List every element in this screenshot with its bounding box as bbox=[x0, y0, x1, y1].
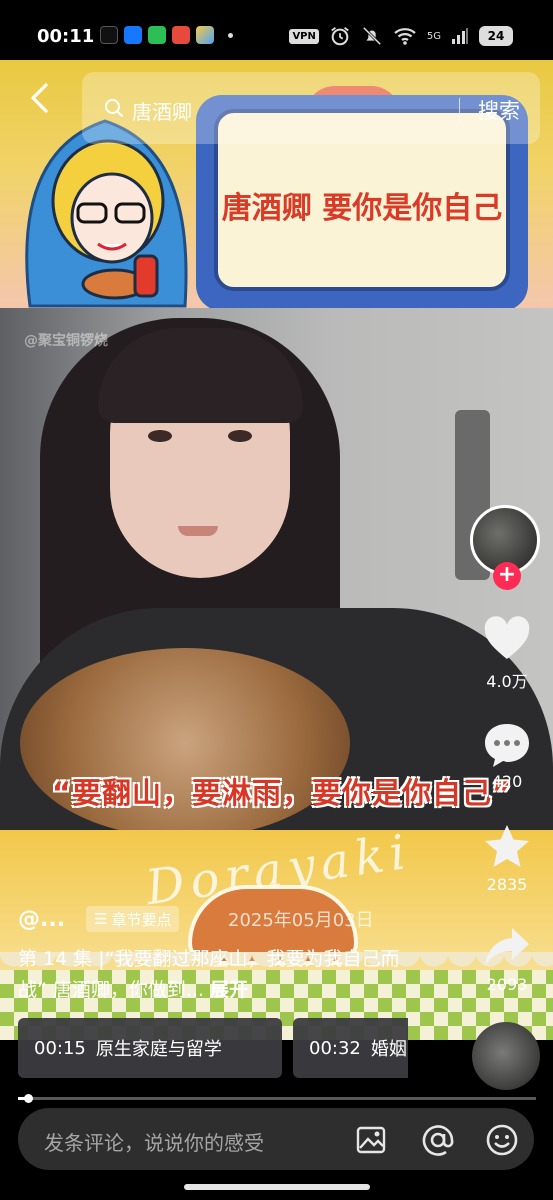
top-banner: 唐酒卿 要你是你自己 唐酒卿 搜索 bbox=[0, 60, 553, 308]
chapter-item[interactable]: 00:32 婚姻 bbox=[293, 1018, 408, 1078]
chapter-title: 原生家庭与留学 bbox=[95, 1039, 222, 1060]
more-notifications-dot bbox=[228, 32, 233, 38]
home-indicator[interactable] bbox=[184, 1184, 370, 1190]
gallery-icon bbox=[196, 26, 214, 44]
comment-input[interactable]: 发条评论，说说你的感受 bbox=[44, 1127, 264, 1156]
author-handle[interactable]: @... bbox=[18, 907, 65, 932]
status-time: 00:11 bbox=[37, 26, 95, 47]
like-count: 4.0万 bbox=[486, 672, 528, 691]
chapter-time: 00:32 bbox=[309, 1037, 361, 1059]
chapter-points-label: 章节要点 bbox=[111, 910, 172, 929]
search-bar[interactable]: 唐酒卿 搜索 bbox=[82, 72, 540, 144]
chapter-item[interactable]: 00:15 原生家庭与留学 bbox=[18, 1018, 282, 1078]
video-subject-lips bbox=[178, 526, 218, 536]
post-description[interactable]: 第 14 集 |“我要翻过那座山，我要为我自己而战” 唐酒卿，你做到... 展开 bbox=[18, 944, 418, 1006]
status-system-icons: VPN 5G 24 bbox=[289, 25, 513, 47]
weibo-icon bbox=[172, 26, 190, 44]
post-description-text: 第 14 集 |“我要翻过那座山，我要为我自己而战” 唐酒卿，你做到... bbox=[18, 948, 400, 1001]
search-button[interactable]: 搜索 bbox=[478, 95, 520, 125]
video-subject-eye bbox=[228, 430, 252, 442]
banner-title: 唐酒卿 要你是你自己 bbox=[221, 191, 503, 226]
status-notification-icons bbox=[100, 26, 233, 44]
back-arrow-icon[interactable] bbox=[28, 82, 52, 114]
bottom-banner: Dorayaki bbox=[0, 830, 553, 1040]
video-progress-bar[interactable] bbox=[18, 1094, 536, 1103]
share-count: 2093 bbox=[486, 975, 528, 994]
image-icon[interactable] bbox=[354, 1123, 388, 1157]
follow-plus-button[interactable]: + bbox=[493, 562, 521, 590]
search-icon bbox=[105, 99, 124, 118]
mute-bell-icon bbox=[362, 26, 382, 46]
search-input[interactable]: 唐酒卿 bbox=[132, 96, 192, 125]
vpn-badge: VPN bbox=[289, 28, 319, 44]
mention-at-icon[interactable] bbox=[421, 1123, 455, 1157]
chapter-list: 00:15 原生家庭与留学 00:32 婚姻 bbox=[18, 1018, 408, 1078]
message-icon bbox=[148, 26, 166, 44]
emoji-icon[interactable] bbox=[485, 1123, 519, 1157]
chapter-points-button[interactable]: ☰ 章节要点 bbox=[86, 906, 180, 932]
comment-count: 420 bbox=[491, 772, 523, 791]
video-progress-knob[interactable] bbox=[24, 1094, 34, 1103]
video-subject-eye bbox=[148, 430, 172, 442]
favorite-star-icon[interactable] bbox=[482, 822, 532, 872]
share-arrow-icon[interactable] bbox=[482, 922, 532, 972]
expand-button[interactable]: 展开 bbox=[210, 979, 248, 1001]
list-icon: ☰ bbox=[94, 910, 108, 928]
search-divider bbox=[459, 98, 460, 122]
comment-input-bar[interactable]: 发条评论，说说你的感受 bbox=[18, 1108, 534, 1170]
network-type: 5G bbox=[426, 30, 441, 42]
video-watermark: @聚宝铜锣烧 bbox=[24, 333, 108, 349]
tiktok-icon bbox=[100, 26, 118, 44]
post-date: 2025年05月03日 bbox=[228, 910, 374, 931]
alarm-icon bbox=[331, 27, 349, 46]
comment-bubble-icon[interactable] bbox=[482, 720, 532, 770]
battery-indicator: 24 bbox=[479, 26, 513, 46]
like-heart-icon[interactable] bbox=[482, 615, 532, 665]
chapter-title: 婚姻 bbox=[370, 1039, 407, 1060]
signal-icon bbox=[452, 28, 468, 44]
favorite-count: 2835 bbox=[486, 875, 528, 894]
music-disc-icon[interactable] bbox=[472, 1022, 540, 1090]
status-bar: 00:11 VPN 5G 24 bbox=[0, 0, 553, 60]
chapter-time: 00:15 bbox=[34, 1037, 86, 1059]
video-player[interactable]: @聚宝铜锣烧 “要翻山，要淋雨，要你是你自己” bbox=[0, 308, 553, 830]
alipay-icon bbox=[124, 26, 142, 44]
wifi-icon bbox=[394, 28, 416, 45]
